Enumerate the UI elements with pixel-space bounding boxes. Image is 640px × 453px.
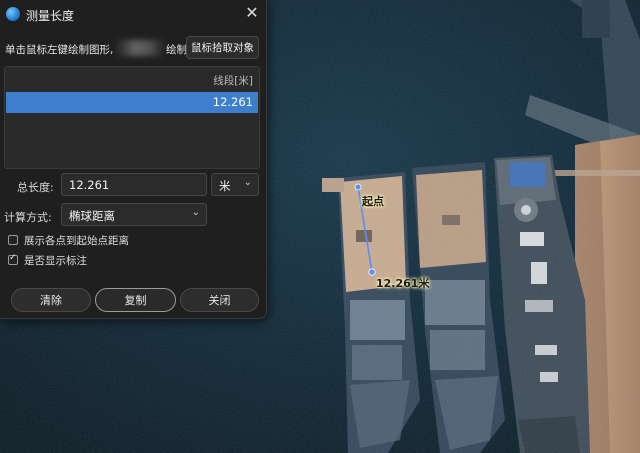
measure-end-point — [368, 268, 376, 276]
copy-button[interactable]: 复制 — [95, 288, 176, 312]
clear-button[interactable]: 清除 — [11, 288, 91, 312]
pick-object-button[interactable]: 鼠标拾取对象 — [186, 36, 259, 59]
show-annotation-label: 是否显示标注 — [24, 255, 87, 267]
segment-list[interactable]: 线段[米] 12.261 — [4, 66, 260, 169]
instruction-text-tail: 绘制 — [166, 44, 187, 56]
start-point-label: 起点 — [362, 195, 384, 208]
measure-start-point — [354, 183, 362, 191]
segment-list-header: 线段[米] — [213, 75, 253, 87]
app-globe-icon — [6, 7, 20, 21]
show-distances-label: 展示各点到起始点距离 — [24, 235, 129, 247]
calc-method-select[interactable]: 椭球距离 ⌄ — [61, 203, 207, 226]
close-icon[interactable]: ✕ — [244, 5, 260, 21]
unit-select[interactable]: 米 ⌄ — [211, 173, 259, 196]
close-button[interactable]: 关闭 — [180, 288, 259, 312]
dialog-titlebar[interactable]: 测量长度 ✕ — [0, 0, 266, 28]
redacted-text-blur — [115, 40, 165, 56]
chevron-down-icon: ⌄ — [191, 207, 200, 218]
measure-length-label: 12.261米 — [376, 277, 430, 290]
unit-select-value: 米 — [219, 179, 231, 193]
measure-length-dialog: 测量长度 ✕ 单击鼠标左键绘制图形, 绘制 鼠标拾取对象 线段[米] 12.26… — [0, 0, 267, 319]
total-length-value: 12.261 — [69, 178, 110, 192]
calc-method-value: 椭球距离 — [69, 209, 115, 223]
segment-list-row[interactable]: 12.261 — [6, 92, 258, 113]
dialog-title: 测量长度 — [26, 9, 75, 23]
total-length-field[interactable]: 12.261 — [61, 173, 207, 196]
check-mark-icon[interactable] — [8, 253, 18, 265]
total-length-label: 总长度: — [17, 181, 54, 194]
chevron-down-icon: ⌄ — [243, 177, 252, 188]
calc-method-label: 计算方式: — [4, 211, 52, 224]
checkbox-icon[interactable] — [8, 235, 18, 245]
